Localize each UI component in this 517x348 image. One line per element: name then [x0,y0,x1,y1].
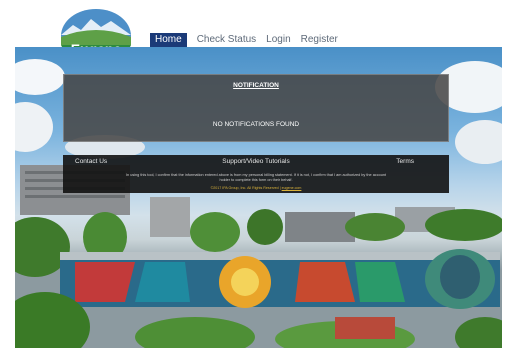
main-nav: Home Check Status Login Register [150,33,338,47]
notification-title: NOTIFICATION [233,82,279,89]
copyright-link[interactable]: eugene.com [282,186,302,190]
nav-login[interactable]: Login [266,33,290,47]
terms-link[interactable]: Terms [396,157,414,167]
notification-message: NO NOTIFICATIONS FOUND [212,121,300,128]
nav-register[interactable]: Register [301,33,338,47]
notification-panel: NOTIFICATION NO NOTIFICATIONS FOUND [63,74,449,142]
footer: Contact Us Support/Video Tutorials Terms… [63,155,449,193]
copyright-text: ©2017 IPA Group, Inc. All Rights Reserve… [210,186,279,190]
copyright: ©2017 IPA Group, Inc. All Rights Reserve… [63,186,449,191]
nav-check-status[interactable]: Check Status [197,33,256,47]
nav-home[interactable]: Home [150,33,187,47]
footer-links: Contact Us Support/Video Tutorials Terms [63,157,449,167]
support-tutorials-link[interactable]: Support/Video Tutorials [63,157,449,167]
disclaimer-text: In using this tool, I confirm that the i… [125,173,386,182]
